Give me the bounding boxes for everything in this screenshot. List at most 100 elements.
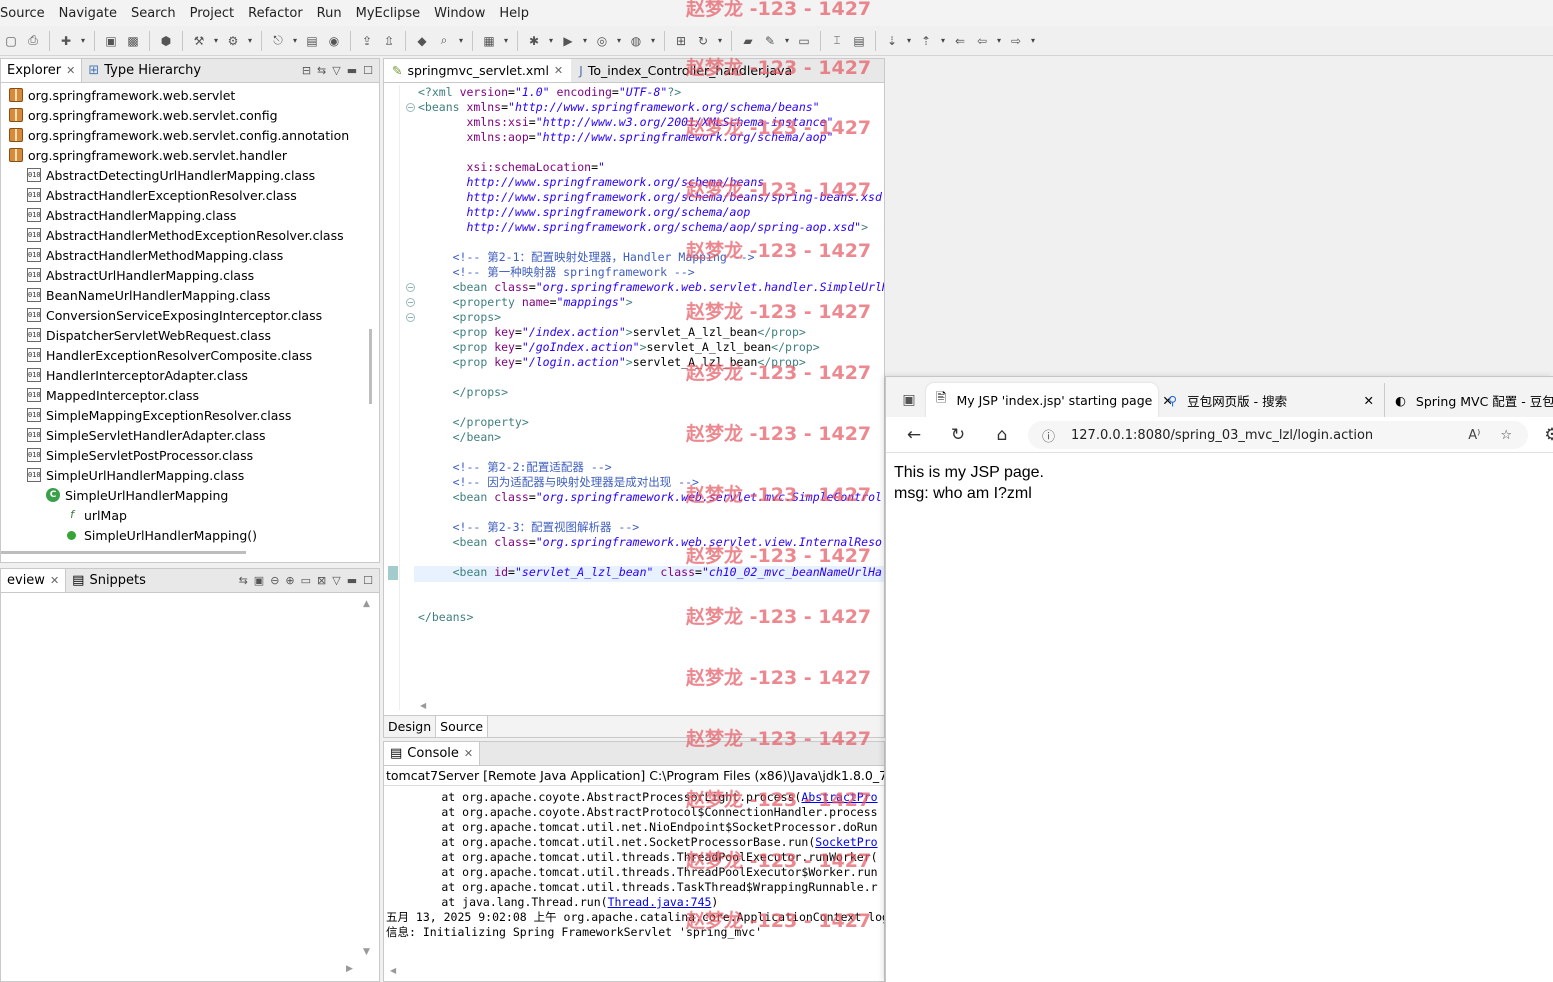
- edit-icon[interactable]: ✎: [761, 32, 779, 50]
- chevron-down-icon[interactable]: ▾: [649, 32, 657, 50]
- view-menu-icon[interactable]: ▽: [332, 64, 340, 77]
- stack-trace-link[interactable]: SocketPro: [815, 835, 877, 849]
- console-output[interactable]: at org.apache.coyote.AbstractProcessorLi…: [384, 790, 884, 940]
- browser-tab-doubao-search[interactable]: ⚲ 豆包网页版 - 搜索 ✕: [1158, 383, 1384, 417]
- chevron-down-icon[interactable]: ▾: [547, 32, 555, 50]
- chevron-down-icon[interactable]: ▾: [246, 32, 254, 50]
- fold-icon[interactable]: −: [406, 103, 415, 112]
- back-icon[interactable]: ←: [892, 425, 936, 445]
- tab-snippets[interactable]: ▤ Snippets: [66, 569, 152, 592]
- home-icon[interactable]: ⌂: [980, 425, 1024, 445]
- stack-trace-link[interactable]: Thread.java:745: [608, 895, 712, 909]
- tree-item[interactable]: 010 SimpleUrlHandlerMapping.class: [1, 465, 371, 485]
- chevron-down-icon[interactable]: ▾: [581, 32, 589, 50]
- tree-item[interactable]: org.springframework.web.servlet.config: [1, 105, 371, 125]
- refresh-icon[interactable]: ↻: [694, 32, 712, 50]
- tab-design[interactable]: Design: [384, 716, 437, 737]
- tab-package-explorer[interactable]: Explorer ✕: [1, 59, 83, 82]
- tree-item[interactable]: 010 HandlerExceptionResolverComposite.cla…: [1, 345, 371, 365]
- globe-icon[interactable]: ◉: [325, 32, 343, 50]
- note-icon[interactable]: ▤: [850, 32, 868, 50]
- browser-tab-spring-mvc[interactable]: ◐ Spring MVC 配置 - 豆包: [1384, 383, 1553, 417]
- menu-help[interactable]: Help: [492, 6, 536, 21]
- minimize-icon[interactable]: ▬: [347, 64, 357, 77]
- favorite-icon[interactable]: ☆: [1500, 428, 1512, 443]
- tab-actions-icon[interactable]: ▣: [900, 391, 918, 409]
- new-icon[interactable]: ▢: [2, 32, 20, 50]
- actual-size-icon[interactable]: ▭: [301, 574, 311, 587]
- tree-item[interactable]: 010 SimpleMappingExceptionResolver.class: [1, 405, 371, 425]
- zoom-out-icon[interactable]: ⊖: [270, 574, 279, 587]
- chevron-down-icon[interactable]: ▾: [502, 32, 510, 50]
- next-annotation-icon[interactable]: ⇣: [883, 32, 901, 50]
- screenshot-icon[interactable]: ▦: [480, 32, 498, 50]
- tree-item[interactable]: org.springframework.web.servlet: [1, 85, 371, 105]
- tree-item[interactable]: 010 HandlerInterceptorAdapter.class: [1, 365, 371, 385]
- debug-server-icon[interactable]: ⚙: [224, 32, 242, 50]
- deploy-icon[interactable]: ⚒: [190, 32, 208, 50]
- chevron-down-icon[interactable]: ▾: [716, 32, 724, 50]
- code-area[interactable]: <?xml version="1.0" encoding="UTF-8"?> <b…: [384, 85, 884, 710]
- scroll-right-icon[interactable]: ▶: [346, 964, 353, 974]
- chevron-down-icon[interactable]: ▾: [615, 32, 623, 50]
- menu-window[interactable]: Window: [427, 6, 492, 21]
- tab-type-hierarchy[interactable]: ⊞ Type Hierarchy: [82, 59, 207, 82]
- tree-item[interactable]: 010 AbstractHandlerMapping.class: [1, 205, 371, 225]
- tab-springmvc-servlet-xml[interactable]: ✎ springmvc_servlet.xml ✕: [384, 59, 572, 82]
- tree-item[interactable]: 010 MappedInterceptor.class: [1, 385, 371, 405]
- fit-icon[interactable]: ⊠: [317, 574, 326, 587]
- settings-icon[interactable]: ⚙: [1530, 425, 1553, 445]
- maximize-icon[interactable]: ☐: [363, 574, 373, 587]
- maximize-icon[interactable]: ☐: [363, 64, 373, 77]
- external2-icon[interactable]: ⇫: [380, 32, 398, 50]
- forward-icon[interactable]: ⇨: [1007, 32, 1025, 50]
- tree-item[interactable]: 010 AbstractHandlerMethodMapping.class: [1, 245, 371, 265]
- menu-run[interactable]: Run: [310, 6, 349, 21]
- tree-item[interactable]: 010 SimpleServletPostProcessor.class: [1, 445, 371, 465]
- open-folder-icon[interactable]: ▰: [739, 32, 757, 50]
- tree-item[interactable]: 010 AbstractUrlHandlerMapping.class: [1, 265, 371, 285]
- tree-item[interactable]: SimpleUrlHandlerMapping(): [1, 525, 371, 545]
- tree-item[interactable]: org.springframework.web.servlet.handler: [1, 145, 371, 165]
- server-icon[interactable]: ⬢: [157, 32, 175, 50]
- fold-icon[interactable]: −: [406, 313, 415, 322]
- link-editor-icon[interactable]: ⇆: [317, 64, 326, 77]
- tree-item[interactable]: org.springframework.web.servlet.config.a…: [1, 125, 371, 145]
- tab-console[interactable]: ▤ Console ✕: [384, 742, 481, 765]
- url-field[interactable]: ⓘ 127.0.0.1:8080/spring_03_mvc_lzl/login…: [1028, 421, 1528, 449]
- new-class-icon[interactable]: ◆: [413, 32, 431, 50]
- menu-search[interactable]: Search: [124, 6, 183, 21]
- image-icon[interactable]: ▣: [254, 574, 264, 587]
- chevron-down-icon[interactable]: ▾: [995, 32, 1003, 50]
- tree-item[interactable]: f urlMap: [1, 505, 371, 525]
- chevron-down-icon[interactable]: ▾: [291, 32, 299, 50]
- scroll-down-icon[interactable]: ▼: [363, 947, 370, 957]
- scroll-left-icon[interactable]: ◀: [390, 966, 396, 975]
- chevron-down-icon[interactable]: ▾: [905, 32, 913, 50]
- tree-item[interactable]: 010 AbstractDetectingUrlHandlerMapping.cl…: [1, 165, 371, 185]
- tab-java-file[interactable]: J To_index_Controller_handler.java: [571, 59, 800, 82]
- info-icon[interactable]: ⓘ: [1042, 426, 1055, 445]
- minimize-icon[interactable]: ▬: [347, 574, 357, 587]
- box-icon[interactable]: ▩: [124, 32, 142, 50]
- zoom-in-icon[interactable]: ⊕: [285, 574, 294, 587]
- coverage-icon[interactable]: ◎: [593, 32, 611, 50]
- chevron-down-icon[interactable]: ▾: [79, 32, 87, 50]
- fold-icon[interactable]: −: [406, 298, 415, 307]
- chevron-down-icon[interactable]: ▾: [939, 32, 947, 50]
- tab-preview[interactable]: eview ✕: [1, 569, 67, 592]
- open-type-icon[interactable]: ⎋: [269, 32, 287, 50]
- new-package-icon[interactable]: ⊞: [672, 32, 690, 50]
- back-icon[interactable]: ⇦: [973, 32, 991, 50]
- menu-project[interactable]: Project: [183, 6, 241, 21]
- tab-source[interactable]: Source: [436, 716, 489, 737]
- prev-annotation-icon[interactable]: ⇡: [917, 32, 935, 50]
- chevron-down-icon[interactable]: ▾: [212, 32, 220, 50]
- tree-item[interactable]: 010 DispatcherServletWebRequest.class: [1, 325, 371, 345]
- menu-source[interactable]: Source: [0, 6, 52, 21]
- external-icon[interactable]: ⇪: [358, 32, 376, 50]
- chevron-down-icon[interactable]: ▾: [1029, 32, 1037, 50]
- tree-item[interactable]: 010 AbstractHandlerExceptionResolver.clas…: [1, 185, 371, 205]
- close-icon[interactable]: ✕: [464, 747, 473, 760]
- browser-tab-jsp[interactable]: 🖹 My JSP 'index.jsp' starting page ✕: [926, 383, 1173, 417]
